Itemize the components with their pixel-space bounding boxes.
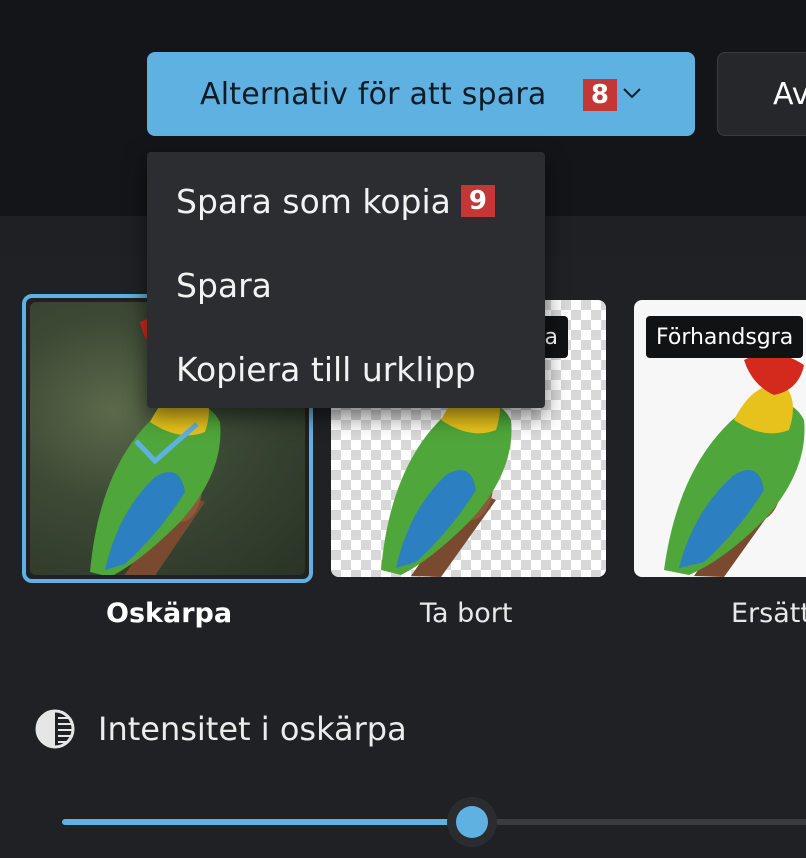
checkmark-icon bbox=[134, 422, 199, 465]
menu-item-label: Kopiera till urklipp bbox=[176, 349, 476, 389]
step-badge: 8 bbox=[583, 79, 617, 111]
menu-item-label: Spara som kopia bbox=[176, 181, 451, 221]
intensity-row: Intensitet i oskärpa bbox=[34, 708, 407, 750]
preview-tag: Förhandsgra bbox=[646, 316, 804, 358]
menu-item-label: Spara bbox=[176, 265, 272, 305]
tile-replace[interactable]: Förhandsgra bbox=[634, 300, 806, 577]
menu-item-save-copy[interactable]: Spara som kopia 9 bbox=[176, 176, 495, 226]
secondary-button[interactable]: Av bbox=[717, 52, 806, 136]
save-options-menu: Spara som kopia 9 Spara Kopiera till urk… bbox=[147, 152, 545, 408]
tile-label-blur: Oskärpa bbox=[106, 598, 233, 629]
chevron-down-icon bbox=[623, 88, 641, 99]
secondary-button-label: Av bbox=[773, 76, 806, 112]
contrast-icon bbox=[35, 709, 75, 749]
save-options-button[interactable]: Alternativ för att spara 8 bbox=[147, 52, 695, 136]
step-badge: 9 bbox=[460, 185, 495, 217]
menu-item-copy-clipboard[interactable]: Kopiera till urklipp bbox=[176, 344, 476, 394]
slider-thumb-dot bbox=[456, 806, 489, 838]
tile-label-replace: Ersätt bbox=[731, 598, 806, 629]
save-options-label: Alternativ för att spara bbox=[200, 76, 547, 112]
tile-label-remove: Ta bort bbox=[420, 598, 513, 629]
slider-fill bbox=[62, 819, 473, 825]
intensity-slider[interactable] bbox=[62, 797, 806, 847]
menu-item-save[interactable]: Spara bbox=[176, 260, 272, 310]
intensity-label: Intensitet i oskärpa bbox=[98, 710, 407, 748]
